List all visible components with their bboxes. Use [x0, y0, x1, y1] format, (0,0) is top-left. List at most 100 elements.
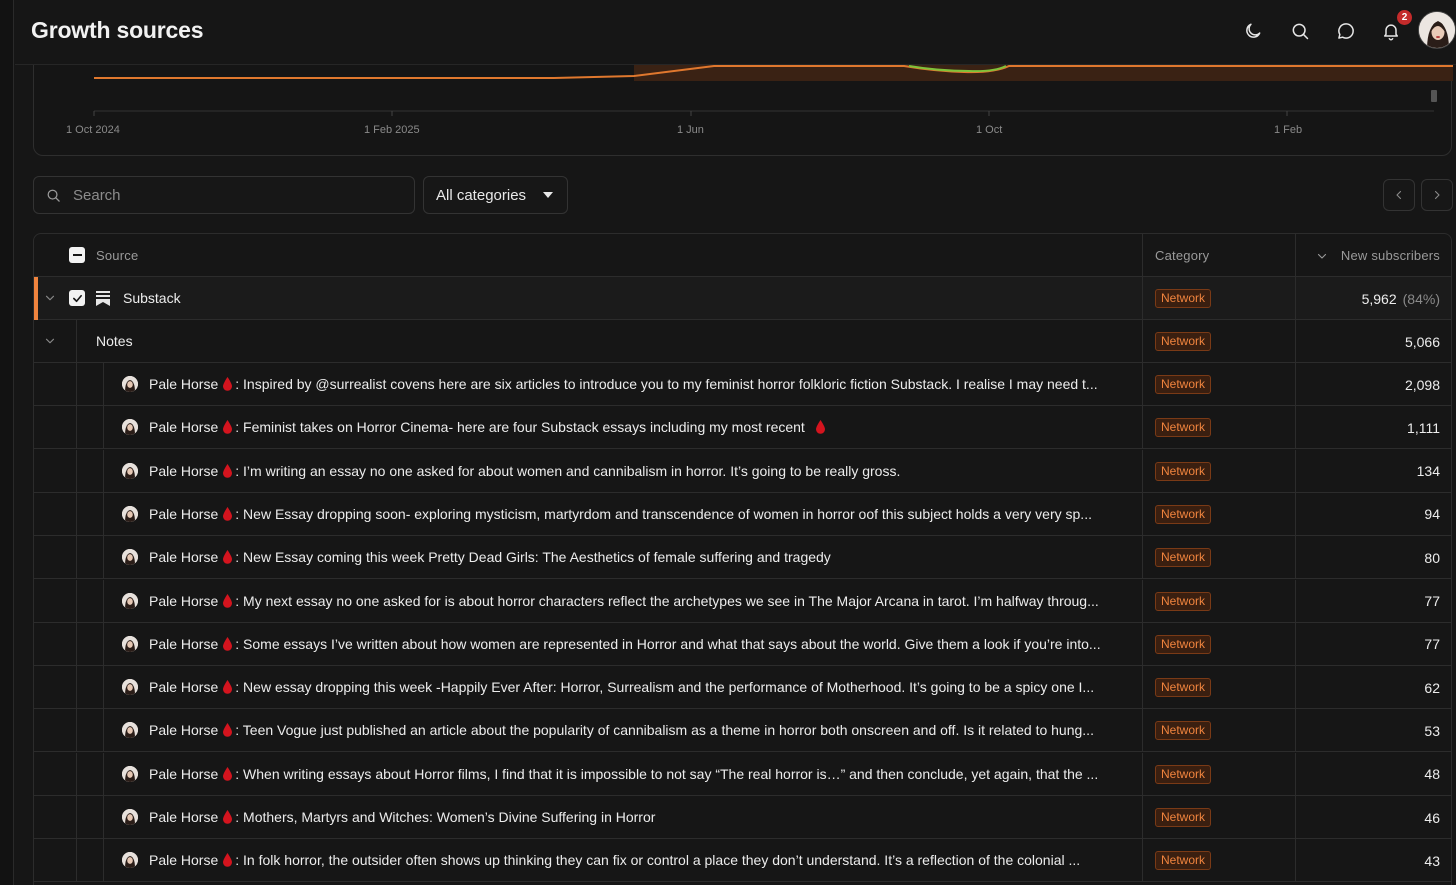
subscriber-count: 94	[1424, 506, 1440, 523]
note-source-cell: Pale Horse: New Essay coming this week P…	[34, 536, 1142, 580]
note-text: : My next essay no one asked for is abou…	[235, 592, 1099, 609]
chevron-down-icon[interactable]	[43, 334, 57, 348]
note-title[interactable]: Pale Horse: When writing essays about Ho…	[149, 766, 1134, 782]
table-row[interactable]: Pale Horse: Mothers, Martyrs and Witches…	[34, 796, 1451, 839]
column-header-source[interactable]: Source	[96, 248, 138, 263]
author-avatar	[122, 419, 138, 436]
table-row[interactable]: Pale Horse: New Essay dropping soon- exp…	[34, 492, 1451, 536]
subscribers-cell: 134	[1295, 449, 1451, 493]
author-name: Pale Horse	[149, 462, 219, 479]
note-source-cell: Pale Horse: When writing essays about Ho…	[34, 752, 1142, 796]
group-row-substack[interactable]: Substack Network 5,962 (84%)	[34, 277, 1451, 320]
note-source-cell: Pale Horse: I’m writing an essay no one …	[34, 449, 1142, 493]
table-row[interactable]: Pale Horse: Inspired by @surrealist cove…	[34, 363, 1451, 406]
author-avatar	[122, 809, 138, 825]
note-title[interactable]: Pale Horse: My next essay no one asked f…	[149, 593, 1134, 609]
author-avatar-icon	[122, 592, 138, 609]
row-checkbox[interactable]	[69, 290, 85, 306]
note-title[interactable]: Pale Horse: I’m writing an essay no one …	[149, 463, 1134, 479]
note-title[interactable]: Pale Horse: Teen Vogue just published an…	[149, 722, 1134, 738]
tree-guide-line	[76, 709, 77, 753]
note-source-cell: Pale Horse: New Essay dropping soon- exp…	[34, 492, 1142, 536]
tree-guide-line	[76, 536, 77, 580]
category-cell: Network	[1142, 839, 1295, 883]
search-field[interactable]	[33, 176, 415, 214]
category-cell: Network	[1142, 277, 1295, 320]
header-subscribers-cell[interactable]: New subscribers	[1295, 234, 1451, 277]
category-dropdown[interactable]: All categories	[423, 176, 568, 214]
note-title[interactable]: Pale Horse: In folk horror, the outsider…	[149, 852, 1134, 868]
table-row[interactable]: Pale Horse: New Essay coming this week P…	[34, 536, 1451, 580]
subscribers-cell: 80	[1295, 536, 1451, 580]
note-source-cell: Pale Horse: Teen Vogue just published an…	[34, 709, 1142, 753]
tree-guide-line	[76, 492, 77, 536]
author-avatar	[122, 852, 138, 869]
subscribers-cell: 43	[1295, 839, 1451, 883]
note-title[interactable]: Pale Horse: New Essay coming this week P…	[149, 549, 1134, 565]
subscribers-cell: 2,098	[1295, 363, 1451, 406]
category-badge: Network	[1155, 764, 1212, 784]
previous-page-button[interactable]	[1383, 179, 1415, 211]
note-title[interactable]: Pale Horse: Some essays I’ve written abo…	[149, 636, 1134, 652]
top-bar: Growth sources 2	[15, 0, 1456, 65]
author-avatar-icon	[122, 722, 138, 739]
subscribers-cell: 62	[1295, 666, 1451, 710]
table-row[interactable]: Pale Horse: I’m writing an essay no one …	[34, 449, 1451, 493]
subscriber-count: 2,098	[1404, 376, 1440, 393]
category-cell: Network	[1142, 363, 1295, 406]
category-cell: Network	[1142, 752, 1295, 796]
author-avatar	[122, 376, 138, 392]
note-title[interactable]: Pale Horse: Mothers, Martyrs and Witches…	[149, 809, 1134, 825]
note-title[interactable]: Pale Horse: New essay dropping this week…	[149, 679, 1134, 695]
subscriber-count: 62	[1424, 679, 1440, 696]
subgroup-row-notes[interactable]: Notes Network 5,066	[34, 320, 1451, 363]
search-input[interactable]	[73, 186, 393, 204]
author-avatar	[122, 549, 138, 566]
search-button[interactable]	[1288, 19, 1312, 43]
subscribers-cell: 46	[1295, 796, 1451, 839]
author-avatar	[122, 635, 138, 652]
note-text: : In folk horror, the outsider often sho…	[235, 852, 1081, 869]
blood-drop-icon	[223, 463, 233, 478]
tree-guide-line	[103, 622, 104, 666]
note-text: : Feminist takes on Horror Cinema- here …	[235, 419, 805, 436]
table-row[interactable]: Pale Horse: In folk horror, the outsider…	[34, 839, 1451, 883]
author-avatar-icon	[122, 635, 138, 652]
author-name: Pale Horse	[149, 376, 219, 392]
chart-handle[interactable]	[1431, 90, 1437, 102]
note-title[interactable]: Pale Horse: Feminist takes on Horror Cin…	[149, 419, 1134, 435]
theme-toggle-button[interactable]	[1241, 19, 1265, 43]
table-row[interactable]: Pale Horse: My next essay no one asked f…	[34, 579, 1451, 623]
column-header-category[interactable]: Category	[1155, 248, 1209, 263]
note-title[interactable]: Pale Horse: Inspired by @surrealist cove…	[149, 376, 1134, 392]
tree-guide-line	[103, 796, 104, 839]
chat-button[interactable]	[1334, 19, 1358, 43]
table-row[interactable]: Pale Horse: Some essays I’ve written abo…	[34, 622, 1451, 666]
category-badge: Network	[1155, 721, 1212, 741]
subscriber-count: 1,111	[1407, 419, 1440, 436]
next-page-button[interactable]	[1421, 179, 1453, 211]
note-source-cell: Pale Horse: New essay dropping this week…	[34, 666, 1142, 710]
table-row[interactable]: Pale Horse: New essay dropping this week…	[34, 666, 1451, 710]
note-title[interactable]: Pale Horse: New Essay dropping soon- exp…	[149, 506, 1134, 522]
category-cell: Network	[1142, 622, 1295, 666]
category-dropdown-value: All categories	[436, 186, 527, 204]
select-all-checkbox[interactable]	[69, 247, 85, 263]
blood-drop-icon	[815, 420, 825, 435]
table-row[interactable]: Pale Horse: When writing essays about Ho…	[34, 752, 1451, 796]
group-name: Substack	[123, 290, 181, 306]
table-row[interactable]: Pale Horse: Feminist takes on Horror Cin…	[34, 406, 1451, 450]
subscriber-count: 134	[1416, 463, 1440, 480]
table-row[interactable]: Pale Horse: Teen Vogue just published an…	[34, 709, 1451, 753]
category-cell: Network	[1142, 449, 1295, 493]
author-avatar	[122, 679, 138, 696]
sidebar-edge	[0, 0, 14, 885]
author-name: Pale Horse	[149, 722, 219, 739]
author-avatar-icon	[122, 462, 138, 479]
profile-avatar[interactable]	[1418, 11, 1456, 49]
blood-drop-icon	[223, 680, 233, 694]
category-cell: Network	[1142, 666, 1295, 710]
note-text: : When writing essays about Horror films…	[235, 765, 1099, 782]
chevron-down-icon[interactable]	[43, 291, 57, 305]
category-badge: Network	[1155, 418, 1212, 438]
